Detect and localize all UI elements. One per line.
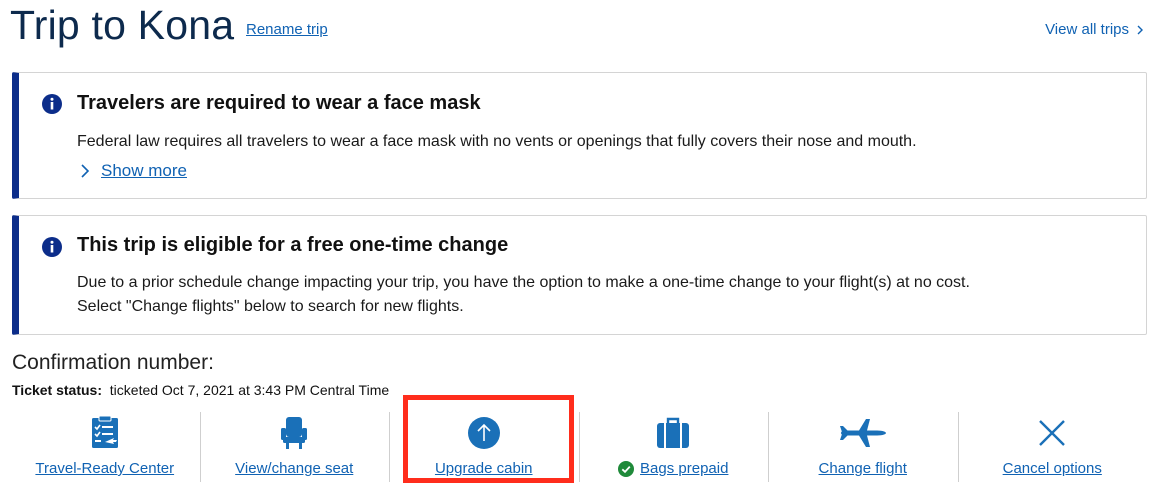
view-all-trips-link[interactable]: View all trips — [1045, 21, 1145, 38]
travel-ready-center-button[interactable]: Travel-Ready Center — [10, 408, 200, 482]
info-icon — [42, 94, 62, 114]
upgrade-cabin-label: Upgrade cabin — [434, 460, 533, 477]
confirmation-number-label: Confirmation number: — [12, 351, 214, 374]
cancel-options-label: Cancel options — [1002, 460, 1102, 477]
chevron-right-icon — [1137, 25, 1143, 34]
page-title: Trip to Kona — [10, 2, 235, 48]
seat-icon — [281, 417, 308, 449]
show-more-link[interactable]: Show more — [79, 161, 187, 181]
alert-title: Travelers are required to wear a face ma… — [77, 92, 481, 114]
free-change-alert: This trip is eligible for a free one-tim… — [12, 215, 1147, 335]
alert-body: Due to a prior schedule change impacting… — [77, 271, 1127, 319]
ticket-status: Ticket status: ticketed Oct 7, 2021 at 3… — [12, 382, 389, 398]
bags-prepaid-button[interactable]: Bags prepaid — [578, 408, 769, 482]
trip-actions-bar: Travel-Ready Center View/change seat Upg… — [10, 408, 1147, 482]
ticket-status-label: Ticket status: — [12, 382, 102, 398]
show-more-label: Show more — [101, 161, 187, 180]
close-icon — [1039, 420, 1066, 446]
checklist-icon — [91, 416, 118, 448]
trip-page: Trip to Kona Rename trip View all trips … — [0, 0, 1155, 484]
view-change-seat-label: View/change seat — [235, 460, 354, 477]
upgrade-arrow-icon — [467, 417, 500, 449]
upgrade-cabin-button[interactable]: Upgrade cabin — [389, 408, 579, 482]
suitcase-icon — [657, 417, 690, 448]
info-icon — [42, 237, 62, 257]
view-change-seat-button[interactable]: View/change seat — [199, 408, 390, 482]
view-all-trips-label: View all trips — [1045, 21, 1129, 38]
check-circle-icon — [618, 460, 635, 477]
cancel-options-button[interactable]: Cancel options — [957, 408, 1148, 482]
alert-body-line: Select "Change flights" below to search … — [77, 298, 464, 315]
change-flight-label: Change flight — [818, 460, 907, 477]
chevron-right-icon — [81, 164, 90, 178]
alert-body: Federal law requires all travelers to we… — [77, 133, 917, 150]
change-flight-button[interactable]: Change flight — [768, 408, 958, 482]
alert-body-line: Due to a prior schedule change impacting… — [77, 274, 970, 291]
rename-trip-link[interactable]: Rename trip — [246, 21, 328, 38]
face-mask-alert: Travelers are required to wear a face ma… — [12, 72, 1147, 199]
bags-prepaid-label: Bags prepaid — [640, 460, 729, 477]
ticket-status-value: ticketed Oct 7, 2021 at 3:43 PM Central … — [109, 382, 390, 398]
travel-ready-center-label: Travel-Ready Center — [35, 460, 175, 477]
airplane-icon — [839, 419, 886, 447]
alert-title: This trip is eligible for a free one-tim… — [77, 234, 509, 256]
